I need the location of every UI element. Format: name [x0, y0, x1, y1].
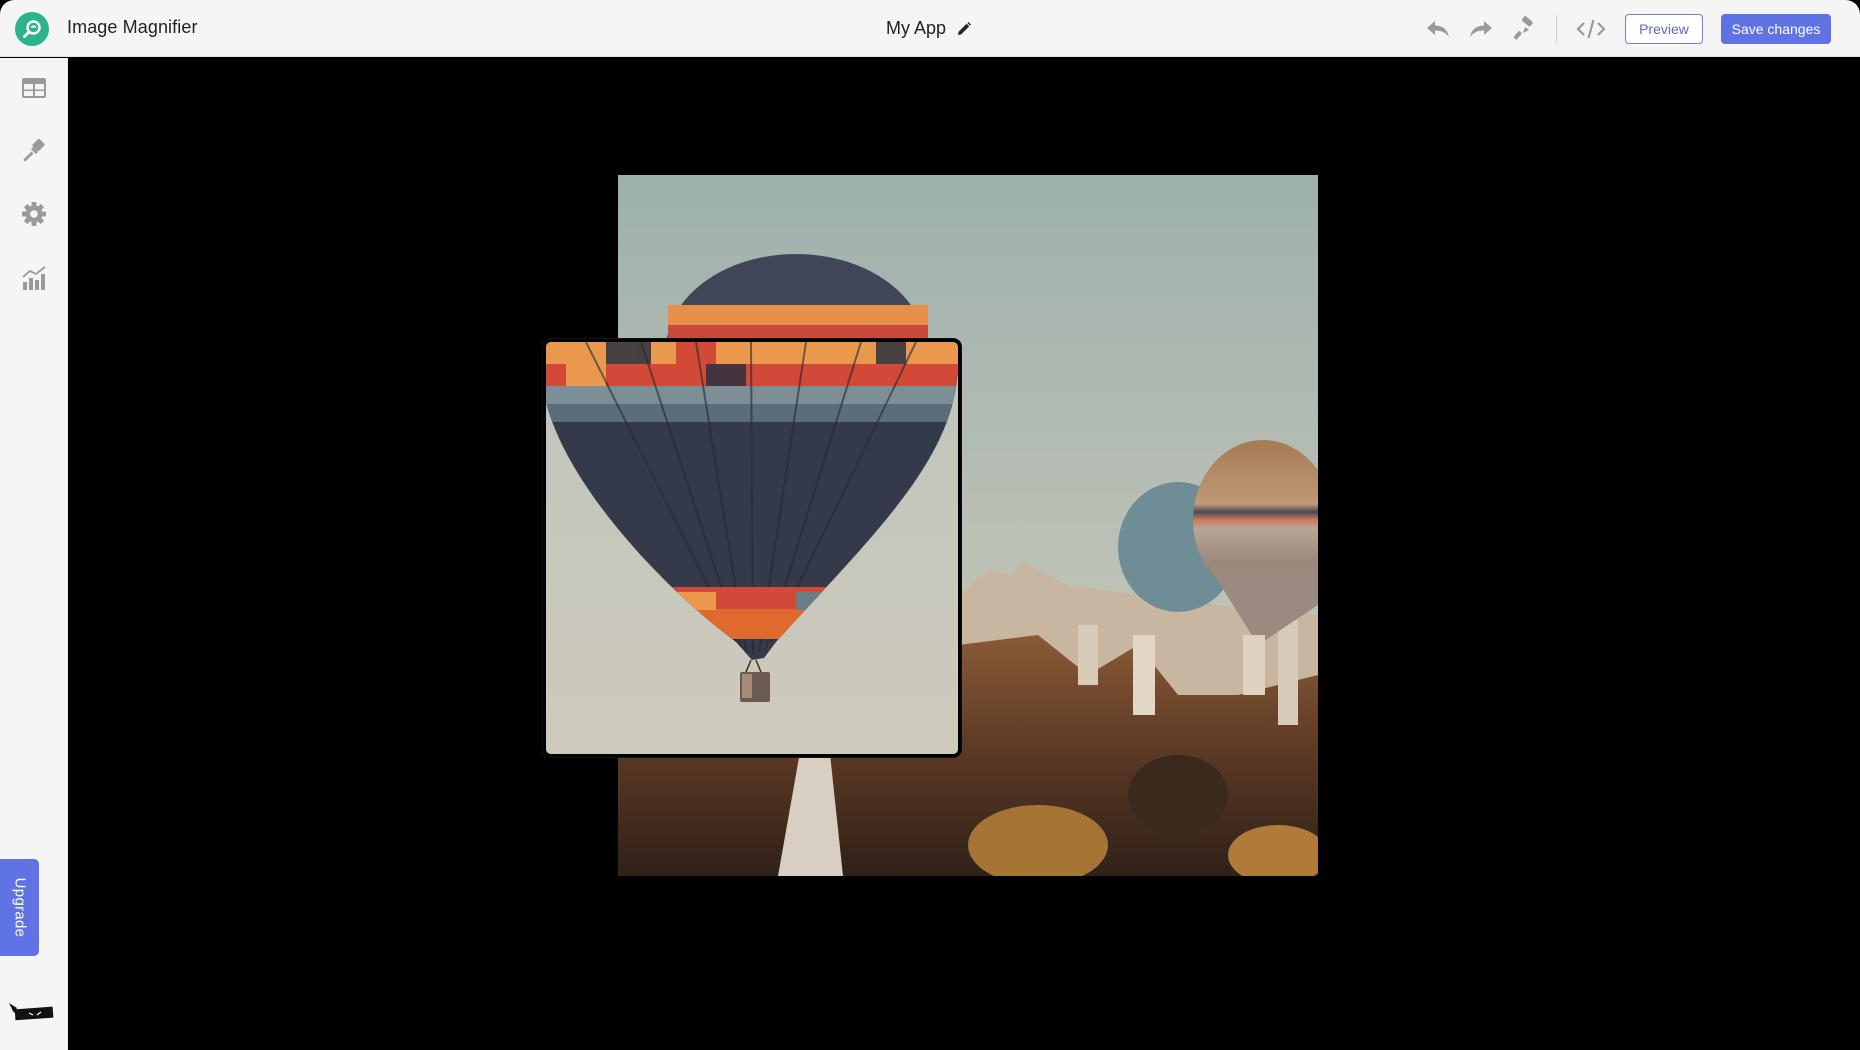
- sidebar-item-data[interactable]: [20, 74, 48, 102]
- preview-button[interactable]: Preview: [1625, 14, 1703, 44]
- paintbrush-icon: [21, 138, 47, 164]
- chart-icon: [21, 265, 47, 291]
- ninja-mascot-icon: [7, 1003, 55, 1033]
- table-icon: [21, 77, 47, 99]
- upgrade-label: Upgrade: [11, 877, 29, 938]
- sidebar-item-settings[interactable]: [20, 200, 48, 228]
- top-bar: Image Magnifier My App Preview Save chan…: [0, 0, 1860, 57]
- app-window: Image Magnifier My App Preview Save chan…: [0, 0, 1860, 1050]
- undo-icon[interactable]: [1425, 16, 1451, 42]
- magnifier-icon: [15, 12, 49, 46]
- toolbar-divider: [1556, 15, 1557, 43]
- sidebar-item-design[interactable]: [20, 137, 48, 165]
- gear-icon: [21, 201, 47, 227]
- paint-roller-icon[interactable]: [1511, 16, 1537, 42]
- magnifier-lens: [543, 339, 961, 757]
- app-name: Image Magnifier: [67, 17, 198, 37]
- pencil-icon[interactable]: [956, 21, 972, 37]
- sidebar-item-analytics[interactable]: [20, 264, 48, 292]
- redo-icon[interactable]: [1468, 16, 1494, 42]
- document-title-area: My App: [886, 18, 972, 39]
- document-title[interactable]: My App: [886, 18, 946, 39]
- sidebar: Upgrade: [0, 58, 68, 1050]
- code-icon[interactable]: [1575, 16, 1607, 42]
- upgrade-button[interactable]: Upgrade: [0, 859, 39, 956]
- save-changes-button[interactable]: Save changes: [1721, 14, 1831, 44]
